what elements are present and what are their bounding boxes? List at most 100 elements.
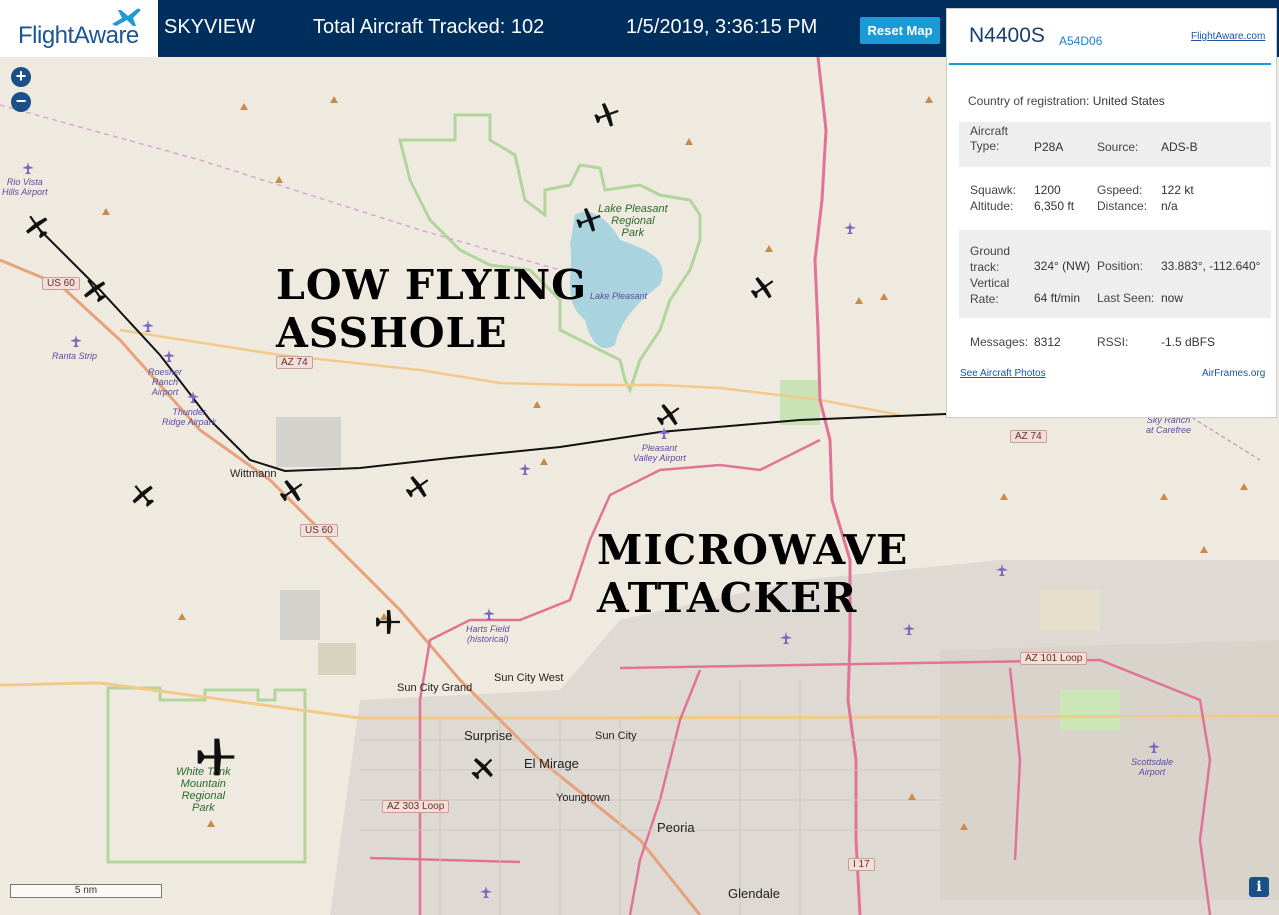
i17-shield: I 17 bbox=[848, 858, 875, 871]
messages-label: Messages: bbox=[970, 335, 1029, 349]
el-mirage-label: El Mirage bbox=[524, 756, 579, 771]
aircraft-marker-icon[interactable] bbox=[24, 213, 50, 239]
az101-shield: AZ 101 Loop bbox=[1020, 652, 1088, 665]
airport-icon bbox=[1148, 741, 1160, 753]
wittmann-label: Wittmann bbox=[230, 468, 277, 480]
altitude-label: Altitude: bbox=[970, 199, 1014, 213]
lake-pleasant-park-label: Lake Pleasant Regional Park bbox=[598, 203, 668, 239]
roesner-ranch-label: Roesner Ranch Airport bbox=[148, 367, 183, 397]
sky-ranch-label: Sky Ranch at Carefree bbox=[1146, 415, 1192, 435]
lake-pleasant-label: Lake Pleasant bbox=[590, 291, 648, 301]
position-value: 33.883°, -112.640° bbox=[1161, 259, 1261, 273]
panel-divider bbox=[949, 63, 1271, 65]
source-value: ADS-B bbox=[1161, 140, 1198, 154]
aircraft-count: Total Aircraft Tracked: 102 bbox=[313, 16, 545, 38]
squawk-label: Squawk: bbox=[970, 183, 1017, 197]
vertical-rate-label: Vertical Rate: bbox=[970, 276, 1010, 306]
annotation-microwave-line1: MICROWAVE bbox=[597, 526, 909, 574]
airport-icon bbox=[844, 222, 856, 234]
airport-icon bbox=[519, 463, 531, 475]
airport-icon bbox=[903, 623, 915, 635]
ranta-strip-label: Ranta Strip bbox=[52, 351, 98, 361]
flightaware-link[interactable]: FlightAware.com bbox=[1191, 31, 1265, 42]
aircraft-marker-icon[interactable] bbox=[375, 609, 401, 635]
country-row: Country of registration: United States bbox=[968, 94, 1165, 108]
aircraft-marker-icon[interactable] bbox=[594, 102, 620, 128]
airport-icon bbox=[996, 564, 1008, 576]
aircraft-marker-icon[interactable] bbox=[576, 207, 602, 233]
last-seen-label: Last Seen: bbox=[1097, 291, 1155, 305]
airport-icon bbox=[483, 608, 495, 620]
airframes-link[interactable]: AirFrames.org bbox=[1202, 368, 1265, 379]
ground-track-label: Ground track: bbox=[970, 244, 1011, 274]
airport-icon bbox=[480, 886, 492, 898]
us60-shield-north: US 60 bbox=[42, 277, 80, 290]
annotation-microwave-line2: ATTACKER bbox=[597, 574, 858, 622]
aircraft-marker-icon[interactable] bbox=[130, 482, 156, 508]
aircraft-marker-icon[interactable] bbox=[82, 277, 108, 303]
flightaware-logo[interactable]: FlightAware bbox=[0, 0, 158, 57]
info-button[interactable]: i bbox=[1249, 877, 1269, 897]
az303-shield: AZ 303 Loop bbox=[382, 800, 450, 813]
annotation-low-flying-line1: LOW FLYING bbox=[276, 261, 588, 309]
aircraft-marker-icon[interactable] bbox=[279, 478, 305, 504]
aircraft-marker-icon[interactable] bbox=[470, 755, 496, 781]
aircraft-marker-icon[interactable] bbox=[750, 275, 776, 301]
surprise-label: Surprise bbox=[464, 728, 513, 743]
map-scale-bar: 5 nm bbox=[10, 884, 162, 898]
rssi-label: RSSI: bbox=[1097, 335, 1129, 349]
squawk-value: 1200 bbox=[1034, 183, 1061, 197]
country-value: United States bbox=[1092, 94, 1165, 108]
airport-icon bbox=[70, 335, 82, 347]
az74-shield-west: AZ 74 bbox=[276, 356, 313, 369]
airport-icon bbox=[187, 391, 199, 403]
vertical-rate-value: 64 ft/min bbox=[1034, 291, 1081, 305]
rio-vista-label: Rio Vista Hills Airport bbox=[2, 177, 48, 197]
reset-map-button[interactable]: Reset Map bbox=[860, 17, 940, 44]
aircraft-hex-code: A54D06 bbox=[1059, 34, 1103, 48]
ground-track-value: 324° (NW) bbox=[1034, 259, 1091, 273]
distance-value: n/a bbox=[1161, 199, 1178, 213]
annotation-microwave: MICROWAVE ATTACKER bbox=[597, 526, 908, 622]
gspeed-label: Gspeed: bbox=[1097, 183, 1143, 197]
zoom-in-button[interactable]: + bbox=[11, 67, 31, 87]
aircraft-marker-icon[interactable] bbox=[196, 737, 236, 777]
sun-city-label: Sun City bbox=[595, 730, 637, 742]
annotation-low-flying: LOW FLYING ASSHOLE bbox=[276, 261, 587, 357]
aircraft-type-value: P28A bbox=[1034, 140, 1064, 154]
airport-icon bbox=[22, 162, 34, 174]
harts-field-label: Harts Field (historical) bbox=[466, 624, 510, 644]
rssi-value: -1.5 dBFS bbox=[1161, 335, 1216, 349]
position-label: Position: bbox=[1097, 259, 1144, 273]
aircraft-registration: N4400S bbox=[969, 24, 1045, 47]
glendale-label: Glendale bbox=[728, 886, 781, 901]
country-label: Country of registration: bbox=[968, 94, 1090, 108]
sun-city-west-label: Sun City West bbox=[494, 672, 564, 684]
aircraft-info-panel: N4400S A54D06 FlightAware.com Country of… bbox=[946, 8, 1277, 418]
zoom-out-button[interactable]: − bbox=[11, 92, 31, 112]
distance-label: Distance: bbox=[1097, 199, 1148, 213]
sun-city-grand-label: Sun City Grand bbox=[397, 682, 473, 694]
timestamp: 1/5/2019, 3:36:15 PM bbox=[626, 16, 818, 38]
airport-icon bbox=[142, 320, 154, 332]
altitude-value: 6,350 ft bbox=[1034, 199, 1075, 213]
source-label: Source: bbox=[1097, 140, 1139, 154]
app-name: SKYVIEW bbox=[164, 16, 256, 38]
gspeed-value: 122 kt bbox=[1161, 183, 1194, 197]
peoria-label: Peoria bbox=[657, 820, 695, 835]
last-seen-value: now bbox=[1161, 291, 1184, 305]
pleasant-valley-label: Pleasant Valley Airport bbox=[633, 443, 686, 463]
annotation-low-flying-line2: ASSHOLE bbox=[276, 309, 508, 357]
az74-shield-east: AZ 74 bbox=[1010, 430, 1047, 443]
thunder-ridge-label: Thunder Ridge Airpark bbox=[162, 407, 217, 427]
youngtown-label: Youngtown bbox=[556, 792, 611, 804]
airport-icon bbox=[780, 632, 792, 644]
airport-icon bbox=[163, 350, 175, 362]
us60-shield-south: US 60 bbox=[300, 524, 338, 537]
logo-text: FlightAware bbox=[18, 22, 139, 49]
aircraft-marker-icon[interactable] bbox=[656, 402, 682, 428]
scottsdale-airport-label: Scottsdale Airport bbox=[1131, 757, 1174, 777]
see-aircraft-photos-link[interactable]: See Aircraft Photos bbox=[960, 368, 1046, 379]
messages-value: 8312 bbox=[1034, 335, 1061, 349]
aircraft-marker-icon[interactable] bbox=[405, 474, 431, 500]
